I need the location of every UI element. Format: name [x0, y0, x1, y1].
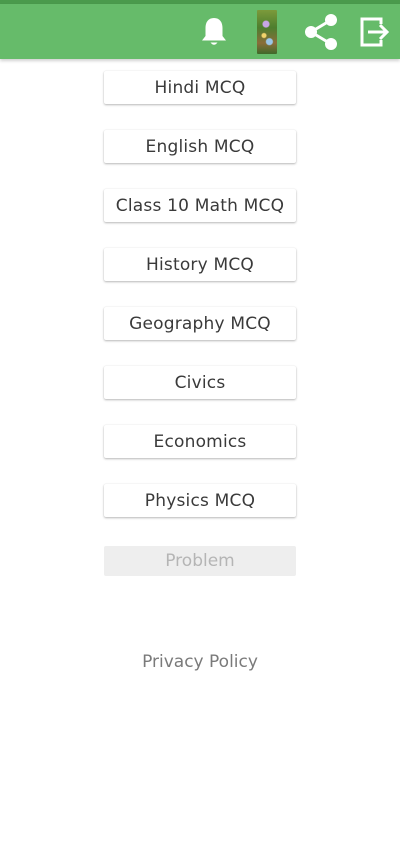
share-button[interactable] — [299, 4, 343, 59]
share-icon — [305, 13, 337, 50]
hindi-mcq-button[interactable]: Hindi MCQ — [104, 71, 296, 104]
subject-menu: Hindi MCQ English MCQ Class 10 Math MCQ … — [104, 71, 296, 543]
privacy-policy-link[interactable]: Privacy Policy — [0, 652, 400, 672]
problem-button[interactable]: Problem — [104, 546, 296, 576]
bell-icon — [202, 17, 226, 45]
exit-icon — [360, 17, 390, 46]
profile-photo-button[interactable] — [254, 4, 280, 59]
economics-button[interactable]: Economics — [104, 425, 296, 458]
geography-mcq-button[interactable]: Geography MCQ — [104, 307, 296, 340]
history-mcq-button[interactable]: History MCQ — [104, 248, 296, 281]
civics-button[interactable]: Civics — [104, 366, 296, 399]
notification-button[interactable] — [195, 4, 233, 59]
profile-photo — [257, 9, 277, 54]
english-mcq-button[interactable]: English MCQ — [104, 130, 296, 163]
physics-mcq-button[interactable]: Physics MCQ — [104, 484, 296, 517]
class-10-math-mcq-button[interactable]: Class 10 Math MCQ — [104, 189, 296, 222]
exit-button[interactable] — [354, 4, 394, 59]
app-toolbar — [0, 4, 400, 59]
